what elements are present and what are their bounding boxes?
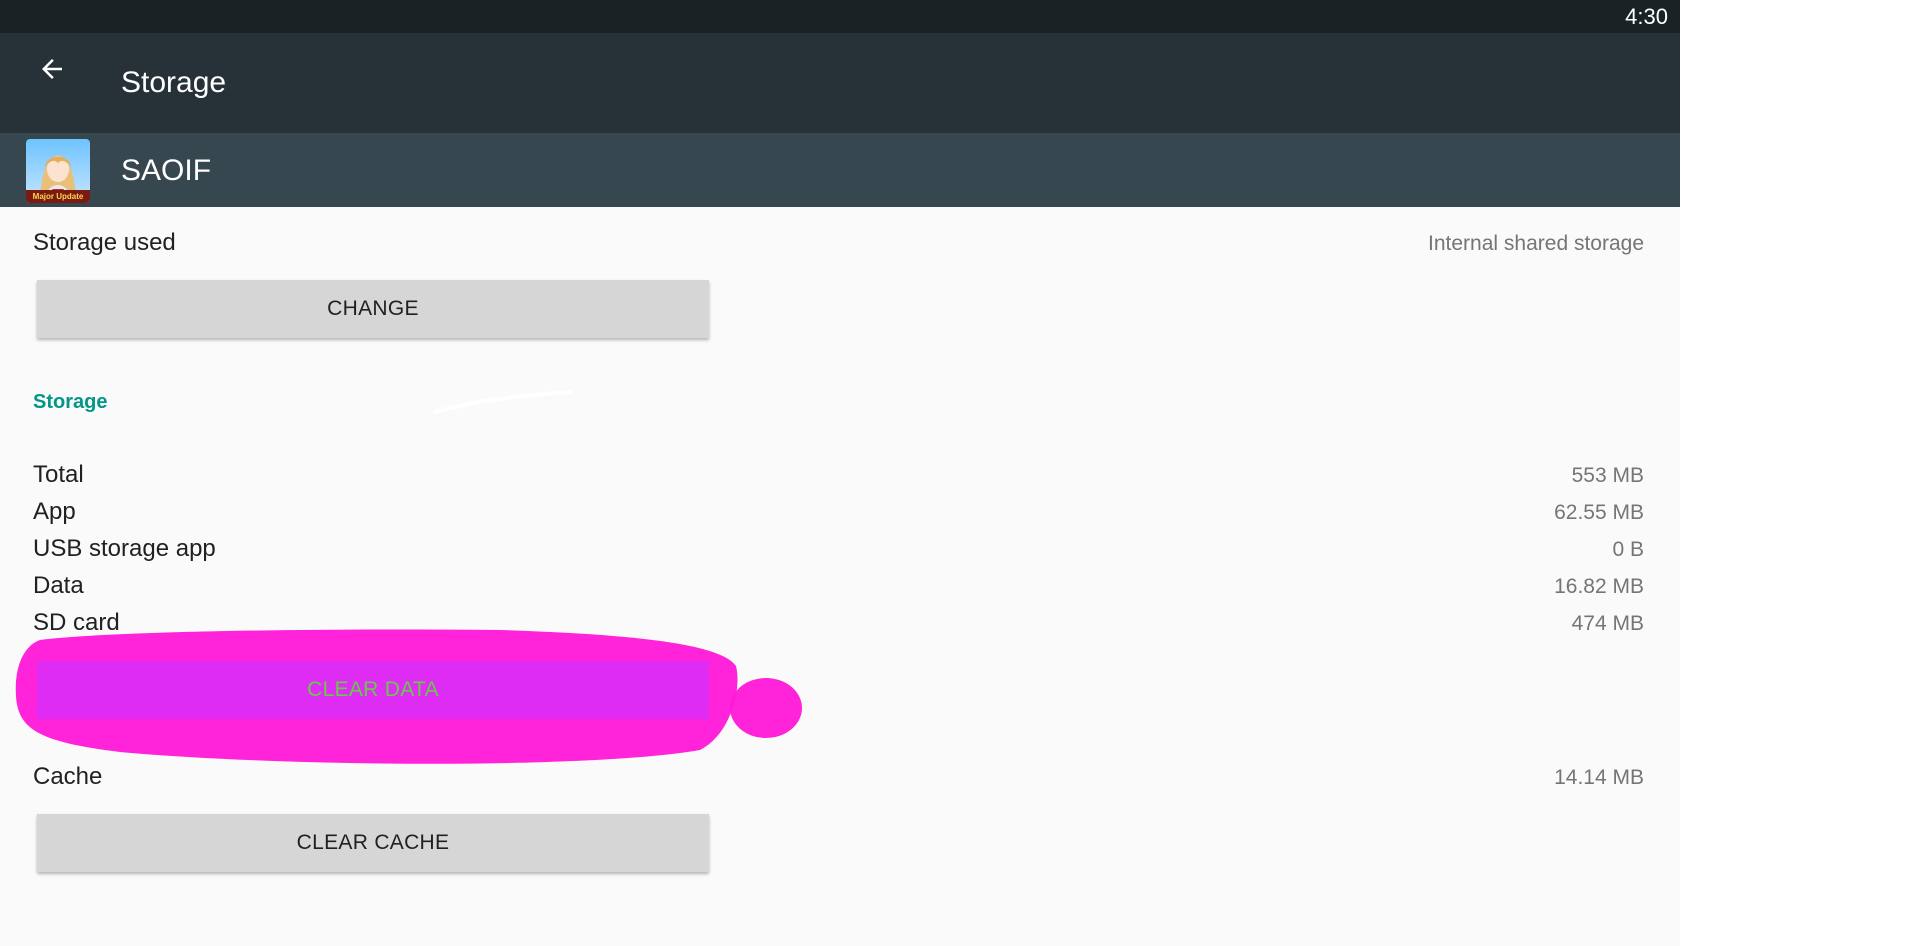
storage-details: Storage used Internal shared storage CHA…: [0, 207, 1680, 946]
data-value: 16.82 MB: [1554, 575, 1644, 598]
page-title: Storage: [121, 66, 227, 99]
sd-card-label: SD card: [33, 609, 120, 636]
usb-storage-app-label: USB storage app: [33, 535, 216, 562]
total-label: Total: [33, 461, 84, 488]
app-bar: Storage: [0, 33, 1680, 133]
app-name: SAOIF: [121, 154, 212, 187]
arrow-back-icon: [42, 59, 62, 79]
sd-card-value: 474 MB: [1571, 612, 1644, 635]
status-time: 4:30: [1625, 4, 1668, 29]
data-label: Data: [33, 572, 84, 599]
total-value: 553 MB: [1571, 464, 1644, 487]
storage-location-value: Internal shared storage: [1428, 232, 1644, 255]
status-bar: 4:30: [0, 0, 1680, 33]
storage-section-header: Storage: [33, 391, 108, 413]
svg-text:Major Update: Major Update: [33, 192, 84, 201]
change-button[interactable]: CHANGE: [37, 280, 709, 338]
app-size-label: App: [33, 498, 76, 525]
app-size-value: 62.55 MB: [1554, 501, 1644, 524]
cache-label: Cache: [33, 763, 103, 790]
usb-storage-app-value: 0 B: [1612, 538, 1644, 561]
back-button[interactable]: [28, 45, 76, 93]
storage-used-label: Storage used: [33, 229, 176, 256]
clear-data-button[interactable]: CLEAR DATA: [37, 661, 709, 719]
app-header: Major Update SAOIF: [0, 133, 1680, 207]
settings-screen: 4:30 Storage Major Update SAOIF Storage …: [0, 0, 1680, 946]
cache-value: 14.14 MB: [1554, 766, 1644, 789]
saoif-app-icon: Major Update: [26, 139, 90, 203]
clear-cache-button[interactable]: CLEAR CACHE: [37, 814, 709, 872]
